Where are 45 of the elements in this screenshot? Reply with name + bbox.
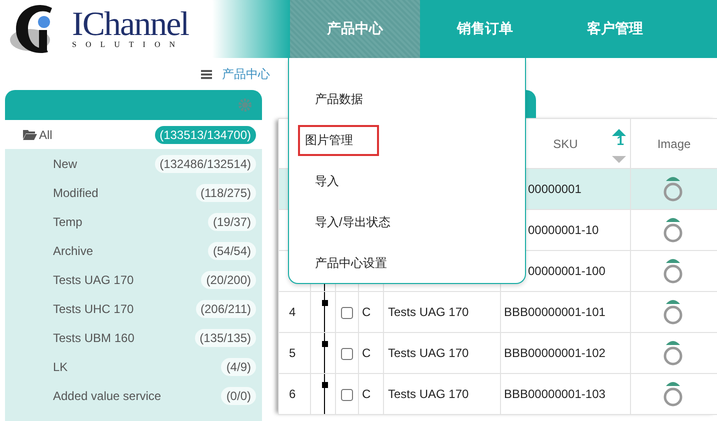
menu-icon[interactable] <box>201 70 212 78</box>
tree-item[interactable]: Tests UAG 170 (20/200) <box>5 265 262 294</box>
breadcrumb-link[interactable]: 产品中心 <box>222 66 270 82</box>
menu-item[interactable]: 产品中心设置 <box>303 248 389 279</box>
folder-icon <box>23 129 37 140</box>
name-cell: Tests UAG 170 <box>388 305 469 319</box>
menu-item[interactable]: 导入/导出状态 <box>303 207 392 238</box>
menu-item[interactable]: 导入 <box>303 166 341 197</box>
tree-item[interactable]: LK (4/9) <box>5 352 262 381</box>
tree-item[interactable]: New (132486/132514) <box>5 149 262 178</box>
type-cell: C <box>362 346 371 360</box>
type-cell: C <box>362 305 371 319</box>
column-header[interactable]: Image <box>657 136 691 150</box>
sku-cell: 00000001-100 <box>528 264 606 278</box>
tree-item[interactable]: Archive (54/54) <box>5 236 262 265</box>
type-cell: C <box>362 387 371 401</box>
node-icon <box>322 300 328 306</box>
sort-order: 1 <box>616 133 624 148</box>
row-checkbox[interactable] <box>341 306 353 319</box>
column-header[interactable]: SKU <box>553 136 578 150</box>
tree-item[interactable]: Added value service (0/0) <box>5 381 262 410</box>
tree-item[interactable]: Temp (19/37) <box>5 207 262 236</box>
name-cell: Tests UAG 170 <box>388 346 469 360</box>
menu-item[interactable]: 图片管理 <box>298 125 379 156</box>
tree-item[interactable]: Modified (118/275) <box>5 178 262 207</box>
tree-item[interactable]: Tests UBM 160 (135/135) <box>5 323 262 352</box>
sort-icon[interactable] <box>612 129 626 163</box>
tree-item[interactable]: All (133513/134700) <box>5 120 262 149</box>
row-checkbox[interactable] <box>341 388 353 401</box>
sku-cell: BBB00000001-102 <box>504 346 606 360</box>
sku-cell: 00000001-10 <box>528 223 599 237</box>
logo-tagline: SOLUTION <box>72 40 185 50</box>
node-icon <box>322 341 328 347</box>
node-icon <box>322 382 328 388</box>
row-number: 6 <box>289 387 296 401</box>
tree-item[interactable]: Tests UHC 170 (206/211) <box>5 294 262 323</box>
row-number: 4 <box>289 305 296 319</box>
row-number: 5 <box>289 346 296 360</box>
sku-cell: BBB00000001-101 <box>504 305 606 319</box>
row-checkbox[interactable] <box>341 348 353 360</box>
menu-item[interactable]: 产品数据 <box>303 84 365 115</box>
name-cell: Tests UAG 170 <box>388 387 469 401</box>
sku-cell: BBB00000001-103 <box>504 387 606 401</box>
sku-cell: 00000001 <box>528 182 582 196</box>
logo-name: IChannel <box>72 10 189 40</box>
